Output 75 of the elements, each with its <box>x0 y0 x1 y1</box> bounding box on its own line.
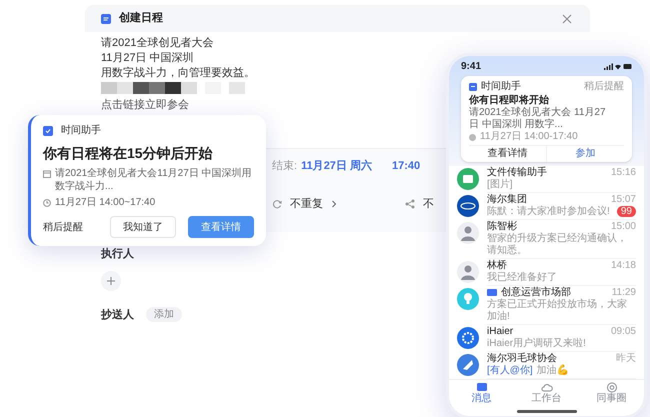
status-time: 9:41 <box>461 60 482 74</box>
circle-icon <box>606 382 618 393</box>
chat-preview: 加油💪 <box>536 364 569 376</box>
chat-time: 15:00 <box>610 220 636 232</box>
share-selector[interactable]: 不 <box>405 196 434 212</box>
cloud-icon <box>540 382 552 393</box>
event-time: 11月27日 14:00~17:40 <box>55 196 156 210</box>
chat-preview: iHaier用户调研又来啦! <box>487 338 586 350</box>
chat-time: 15:16 <box>610 166 636 178</box>
chat-time: 14:18 <box>610 260 636 272</box>
chat-item[interactable]: 陈智彬 15:00 智家的升级方案已经沟通确认，请知悉。 <box>449 220 644 259</box>
chat-name: 创意运营市场部 <box>501 286 571 298</box>
view-details-button[interactable]: 查看详情 <box>469 146 547 162</box>
chat-time: 11:29 <box>612 286 636 298</box>
tab[interactable]: 消息 <box>449 382 514 404</box>
chevron-right-icon <box>331 200 337 208</box>
description-line: 用数字战斗力，向管理要效益。 <box>101 66 255 81</box>
share-value: 不 <box>423 196 434 212</box>
reminder-title: 你有日程将在15分钟后开始 <box>43 144 214 163</box>
notification-body: 请2021全球创见者大会 11月27日 中国深圳 用数字... <box>469 107 607 131</box>
chat-name: 陈智彬 <box>487 220 517 232</box>
gear-avatar-icon <box>457 326 479 348</box>
acknowledge-button[interactable]: 我知道了 <box>110 216 176 238</box>
chat-icon <box>476 382 488 393</box>
chat-name: 文件传输助手 <box>487 166 547 178</box>
chat-time: 15:07 <box>610 194 636 206</box>
event-summary: 请2021全球创见者大会11月27日 中国深圳用数字战斗力... <box>55 167 253 193</box>
repeat-selector[interactable]: 不重复 <box>272 196 337 212</box>
chat-item[interactable]: 林桥 14:18 我已经准备好了 <box>449 259 644 286</box>
chat-name: iHaier <box>487 326 514 338</box>
person-avatar-icon <box>457 260 479 282</box>
end-label: 结束: <box>272 159 298 174</box>
mention-tag: [有人@你] <box>487 364 533 376</box>
bulb-avatar-icon <box>457 288 479 310</box>
chat-preview: [图片] <box>487 178 513 190</box>
repeat-icon <box>272 199 282 209</box>
chat-item[interactable]: 创意运营市场部 11:29 方案已正式开始投放市场，大家加油! <box>449 286 644 325</box>
app-name: 时间助手 <box>481 80 521 94</box>
assignee-label: 执行人 <box>101 246 134 262</box>
chat-preview: 陈默：请大家准时参加会议! <box>487 206 610 218</box>
description-line: 请2021全球创见者大会 <box>101 36 214 51</box>
calendar-check-icon <box>43 126 53 136</box>
dialog-title: 创建日程 <box>119 10 163 26</box>
chat-time: 09:05 <box>610 326 636 338</box>
signal-wifi-battery-icon <box>604 63 632 70</box>
chat-item[interactable]: iHaier 09:05 iHaier用户调研又来啦! <box>449 325 644 352</box>
chat-item[interactable]: 文件传输助手 15:16 [图片] <box>449 166 644 193</box>
chat-name: 海尔羽毛球协会 <box>487 352 557 364</box>
app-name: 时间助手 <box>61 124 101 138</box>
logo-avatar-icon <box>457 194 479 216</box>
notification-title: 你有日程即将开始 <box>469 94 550 106</box>
chat-time: 昨天 <box>616 352 636 364</box>
chat-item[interactable]: 海尔集团 15:07 陈默：请大家准时参加会议! 99 <box>449 193 644 220</box>
chat-name: 海尔集团 <box>487 194 527 206</box>
home-indicator <box>516 410 576 413</box>
close-icon <box>562 14 572 24</box>
join-button[interactable]: 参加 <box>547 146 624 162</box>
chat-preview: 方案已正式开始投放市场，大家加油! <box>487 298 628 322</box>
cc-label: 抄送人 <box>101 308 134 322</box>
description-line: 11月27日 中国深圳 <box>101 51 194 66</box>
add-assignee-button[interactable] <box>101 270 121 290</box>
person-avatar-icon <box>457 222 479 244</box>
snooze-button[interactable]: 稍后提醒 <box>43 220 83 234</box>
repeat-value: 不重复 <box>290 196 323 212</box>
close-button[interactable] <box>560 12 574 26</box>
end-time[interactable]: 17:40 <box>392 158 420 175</box>
plus-icon <box>107 276 115 284</box>
chat-preview: 我已经准备好了 <box>487 272 557 284</box>
notification-time: 11月27日 14:00-17:40 <box>480 131 578 143</box>
chat-name: 林桥 <box>487 260 507 272</box>
meeting-link[interactable]: 点击链接立即参会 <box>101 99 189 112</box>
share-icon <box>405 199 415 209</box>
unread-badge: 99 <box>616 206 636 217</box>
chat-preview: 智家的升级方案已经沟通确认，请知悉。 <box>487 232 628 256</box>
end-date[interactable]: 11月27日 周六 <box>301 158 372 175</box>
